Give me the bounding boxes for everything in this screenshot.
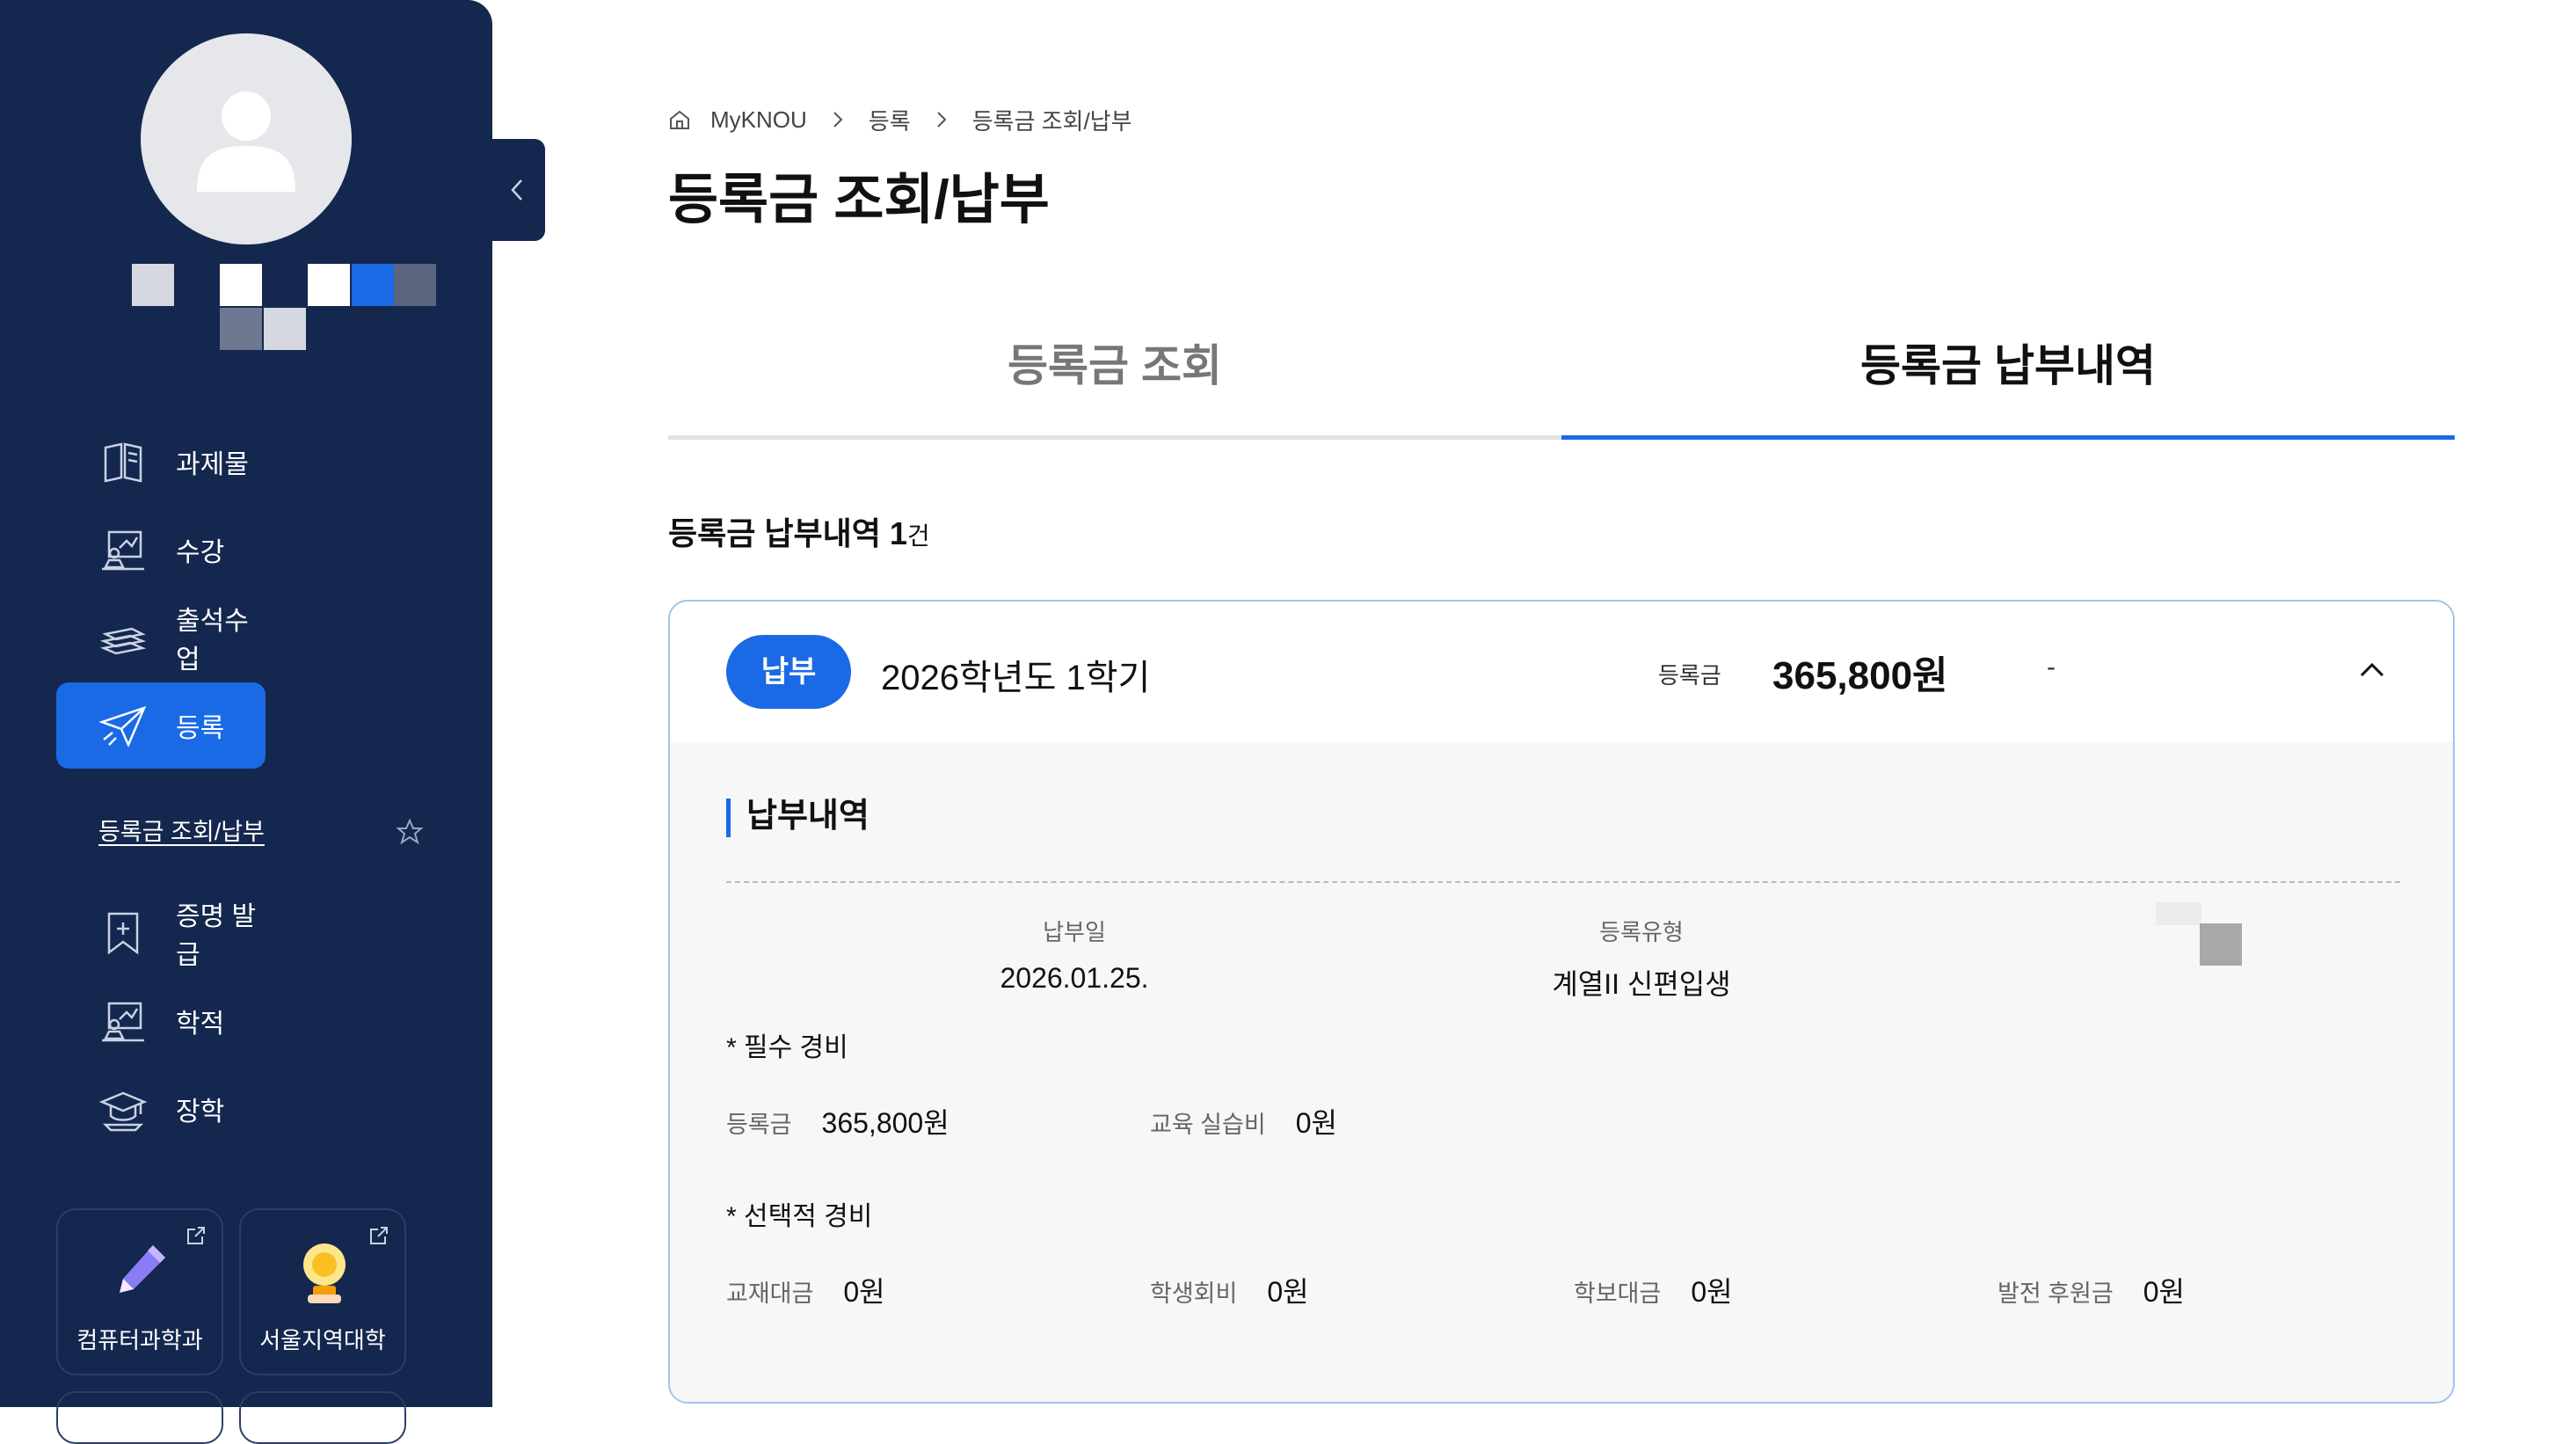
- nav-item-attendance[interactable]: 출석수업: [56, 594, 266, 681]
- sidebar: 과제물 수강 출석수업 등록 등록금 조회/납부 증명 발급 학적 장학 컴퓨터…: [0, 0, 492, 1444]
- chevron-right-icon: [936, 112, 947, 128]
- fee-item-value: 365,800원: [821, 1107, 950, 1139]
- nav-item-academic-record[interactable]: 학적: [56, 978, 266, 1064]
- required-fees-title: * 필수 경비: [726, 1033, 848, 1062]
- quick-link-more[interactable]: [239, 1391, 406, 1444]
- fee-item-label: 교재대금: [726, 1280, 814, 1307]
- fee-item: 교재대금 0원: [726, 1270, 885, 1310]
- fee-label: 등록금: [1658, 662, 1721, 689]
- fee-item-label: 교육 실습비: [1150, 1112, 1266, 1138]
- home-icon[interactable]: [668, 108, 691, 131]
- history-count-unit: 건: [906, 522, 930, 550]
- status-badge: 납부: [726, 635, 851, 709]
- quick-link-computer-science[interactable]: 컴퓨터과학과: [56, 1208, 223, 1375]
- nav-label: 증명 발급: [176, 902, 257, 970]
- quick-link-seoul-region[interactable]: 서울지역대학: [239, 1208, 406, 1375]
- lecture-icon: [102, 530, 144, 571]
- nav-label: 수강: [176, 538, 225, 567]
- history-count: 등록금 납부내역 1건: [668, 508, 930, 554]
- fee-item-value: 0원: [1267, 1276, 1309, 1308]
- fee-item-value: 0원: [1295, 1107, 1337, 1139]
- pencil-icon: [120, 1245, 165, 1293]
- lightbulb-icon: [303, 1243, 346, 1303]
- nav-item-assignment[interactable]: 과제물: [56, 419, 266, 505]
- fee-item-value: 0원: [2143, 1276, 2185, 1308]
- paper-plane-icon: [98, 705, 147, 748]
- nav-item-scholarship[interactable]: 장학: [56, 1066, 266, 1152]
- chevron-up-icon[interactable]: [2356, 654, 2388, 686]
- chevron-right-icon: [833, 112, 843, 128]
- breadcrumb: MyKNOU 등록 등록금 조회/납부: [668, 102, 1132, 137]
- external-link-icon: [370, 1227, 388, 1244]
- star-icon[interactable]: [396, 818, 424, 846]
- nav-item-registration[interactable]: 등록: [56, 682, 266, 769]
- quick-link-label: 서울지역대학: [259, 1327, 386, 1353]
- user-icon: [197, 91, 295, 192]
- fee-item-label: 등록금: [726, 1112, 792, 1138]
- nav-item-certificate[interactable]: 증명 발급: [56, 890, 266, 976]
- fee-item-value: 0원: [1691, 1276, 1733, 1308]
- nav-item-course[interactable]: 수강: [56, 507, 266, 593]
- fee-value: 365,800원: [1772, 654, 1948, 697]
- nav-label: 등록: [176, 714, 225, 743]
- nav-label: 학적: [176, 1010, 225, 1039]
- reg-type-label: 등록유형: [1599, 919, 1684, 945]
- fee-item-label: 학생회비: [1150, 1280, 1238, 1307]
- tab-payment-history[interactable]: 등록금 납부내역: [1561, 317, 2455, 440]
- fee-item-value: 0원: [843, 1276, 885, 1308]
- payment-record-details: 납부내역 납부일 2026.01.25. 등록유형 계열II 신편입생 * 필수…: [670, 742, 2453, 1402]
- fee-item: 발전 후원금 0원: [1997, 1270, 2185, 1310]
- fee-item: 교육 실습비 0원: [1150, 1101, 1337, 1141]
- external-link-icon: [187, 1227, 205, 1244]
- breadcrumb-item[interactable]: MyKNOU: [710, 106, 807, 134]
- books-stack-icon: [99, 627, 147, 655]
- fee-item: 학보대금 0원: [1574, 1270, 1733, 1310]
- fee-item-label: 학보대금: [1574, 1280, 1662, 1307]
- graduation-cap-icon: [98, 1091, 148, 1132]
- nav-label: 출석수업: [176, 607, 249, 675]
- optional-fees-title: * 선택적 경비: [726, 1202, 873, 1231]
- term-label: 2026학년도 1학기: [881, 659, 1151, 697]
- nav-label: 장학: [176, 1098, 225, 1127]
- nav-label: 과제물: [176, 450, 249, 479]
- page-title: 등록금 조회/납부: [668, 170, 1050, 230]
- section-title: 납부내역: [726, 799, 870, 837]
- fee-item-label: 발전 후원금: [1997, 1280, 2114, 1307]
- quick-link-label: 컴퓨터과학과: [76, 1327, 203, 1353]
- payment-record-panel: 납부 2026학년도 1학기 등록금 365,800원 - 납부내역 납부일 2…: [668, 600, 2455, 1404]
- paid-date-value: 2026.01.25.: [1000, 962, 1149, 994]
- avatar[interactable]: [141, 33, 352, 244]
- sub-item-tuition[interactable]: 등록금 조회/납부: [98, 811, 433, 853]
- history-count-label: 등록금 납부내역 1: [668, 515, 907, 551]
- bookmark-plus-icon: [107, 912, 139, 955]
- divider: [726, 881, 2400, 883]
- fee-item: 학생회비 0원: [1150, 1270, 1309, 1310]
- reg-type-value: 계열II 신편입생: [1552, 968, 1731, 1000]
- fee-item: 등록금 365,800원: [726, 1101, 950, 1141]
- tab-bar: 등록금 조회 등록금 납부내역: [668, 317, 2455, 440]
- payment-record-header[interactable]: 납부 2026학년도 1학기 등록금 365,800원 -: [670, 602, 2453, 742]
- open-book-icon: [104, 442, 142, 483]
- fee-extra: -: [2047, 653, 2056, 682]
- breadcrumb-item[interactable]: 등록: [869, 104, 911, 136]
- paid-date-label: 납부일: [1043, 919, 1106, 945]
- lecture-icon: [102, 1002, 144, 1042]
- quick-link-more[interactable]: [56, 1391, 223, 1444]
- tab-tuition-inquiry[interactable]: 등록금 조회: [668, 317, 1561, 440]
- chevron-left-icon: [511, 179, 522, 201]
- sub-item-label: 등록금 조회/납부: [98, 819, 265, 845]
- sidebar-collapse-button[interactable]: [489, 139, 545, 241]
- breadcrumb-item: 등록금 조회/납부: [971, 107, 1132, 135]
